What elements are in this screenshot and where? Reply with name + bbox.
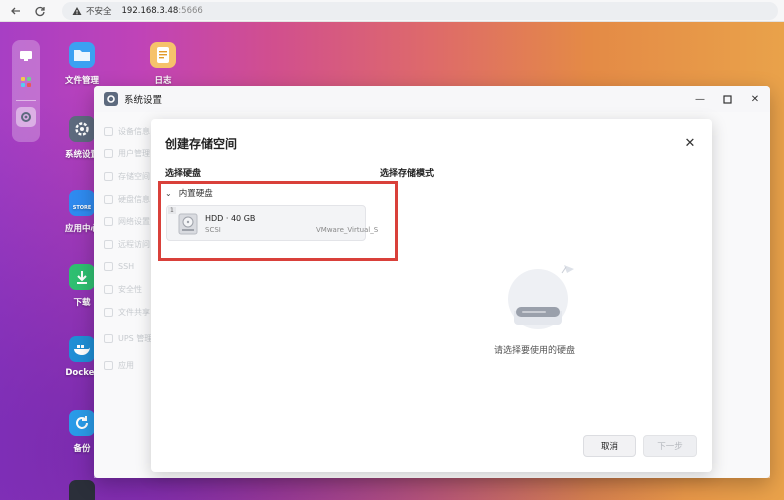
docker-icon [69,336,95,362]
url-host: 192.168.3.48 [121,6,179,16]
desktop-dock [12,40,40,142]
settings-window-titlebar: 系统设置 [94,86,770,112]
backup-icon [69,410,95,436]
store-badge: STORE [72,205,92,211]
maximize-icon[interactable] [720,92,734,106]
settings-app-icon [104,92,118,106]
close-window-icon[interactable]: ✕ [748,92,762,106]
create-storage-dialog: 创建存储空间 ✕ 选择硬盘 选择存储模式 ⌄ 内置硬盘 1 HDD · 40 G… [151,119,712,472]
desktop-icon-label: 文件管理 [64,76,99,86]
select-mode-heading: 选择存储模式 [380,169,435,179]
empty-disk-illustration [508,265,574,329]
monitor-icon[interactable] [16,46,36,66]
apps-grid-icon[interactable] [16,72,36,92]
settings-window-title: 系统设置 [124,95,163,106]
address-bar[interactable]: 不安全 192.168.3.48:5666 [62,2,778,20]
desktop-icon-files[interactable]: 文件管理 [52,42,112,86]
empty-hint: 请选择要使用的硬盘 [494,346,576,356]
warning-icon [72,7,82,15]
gear-icon [69,116,95,142]
minimize-icon[interactable]: — [693,92,707,106]
desktop-icon-log[interactable]: 日志 [133,42,193,86]
cancel-button[interactable]: 取消 [583,435,636,457]
desktop-icon-partial[interactable] [52,480,112,500]
store-icon: STORE [69,190,95,216]
select-disk-heading: 选择硬盘 [165,169,202,179]
browser-toolbar: 不安全 192.168.3.48:5666 [0,0,784,22]
app-icon [69,480,95,500]
back-icon[interactable] [8,3,24,19]
dialog-title: 创建存储空间 [165,137,238,151]
folder-icon [69,42,95,68]
log-icon [150,42,176,68]
close-icon[interactable]: ✕ [682,135,698,151]
next-button[interactable]: 下一步 [643,435,697,457]
settings-dock-icon[interactable] [16,107,36,127]
download-icon [69,264,95,290]
desktop-icon-label: 日志 [154,76,172,86]
highlight-annotation [158,181,398,261]
dock-divider [16,100,36,101]
url-port: :5666 [178,6,203,16]
security-label: 不安全 [86,7,112,17]
reload-icon[interactable] [32,3,48,19]
